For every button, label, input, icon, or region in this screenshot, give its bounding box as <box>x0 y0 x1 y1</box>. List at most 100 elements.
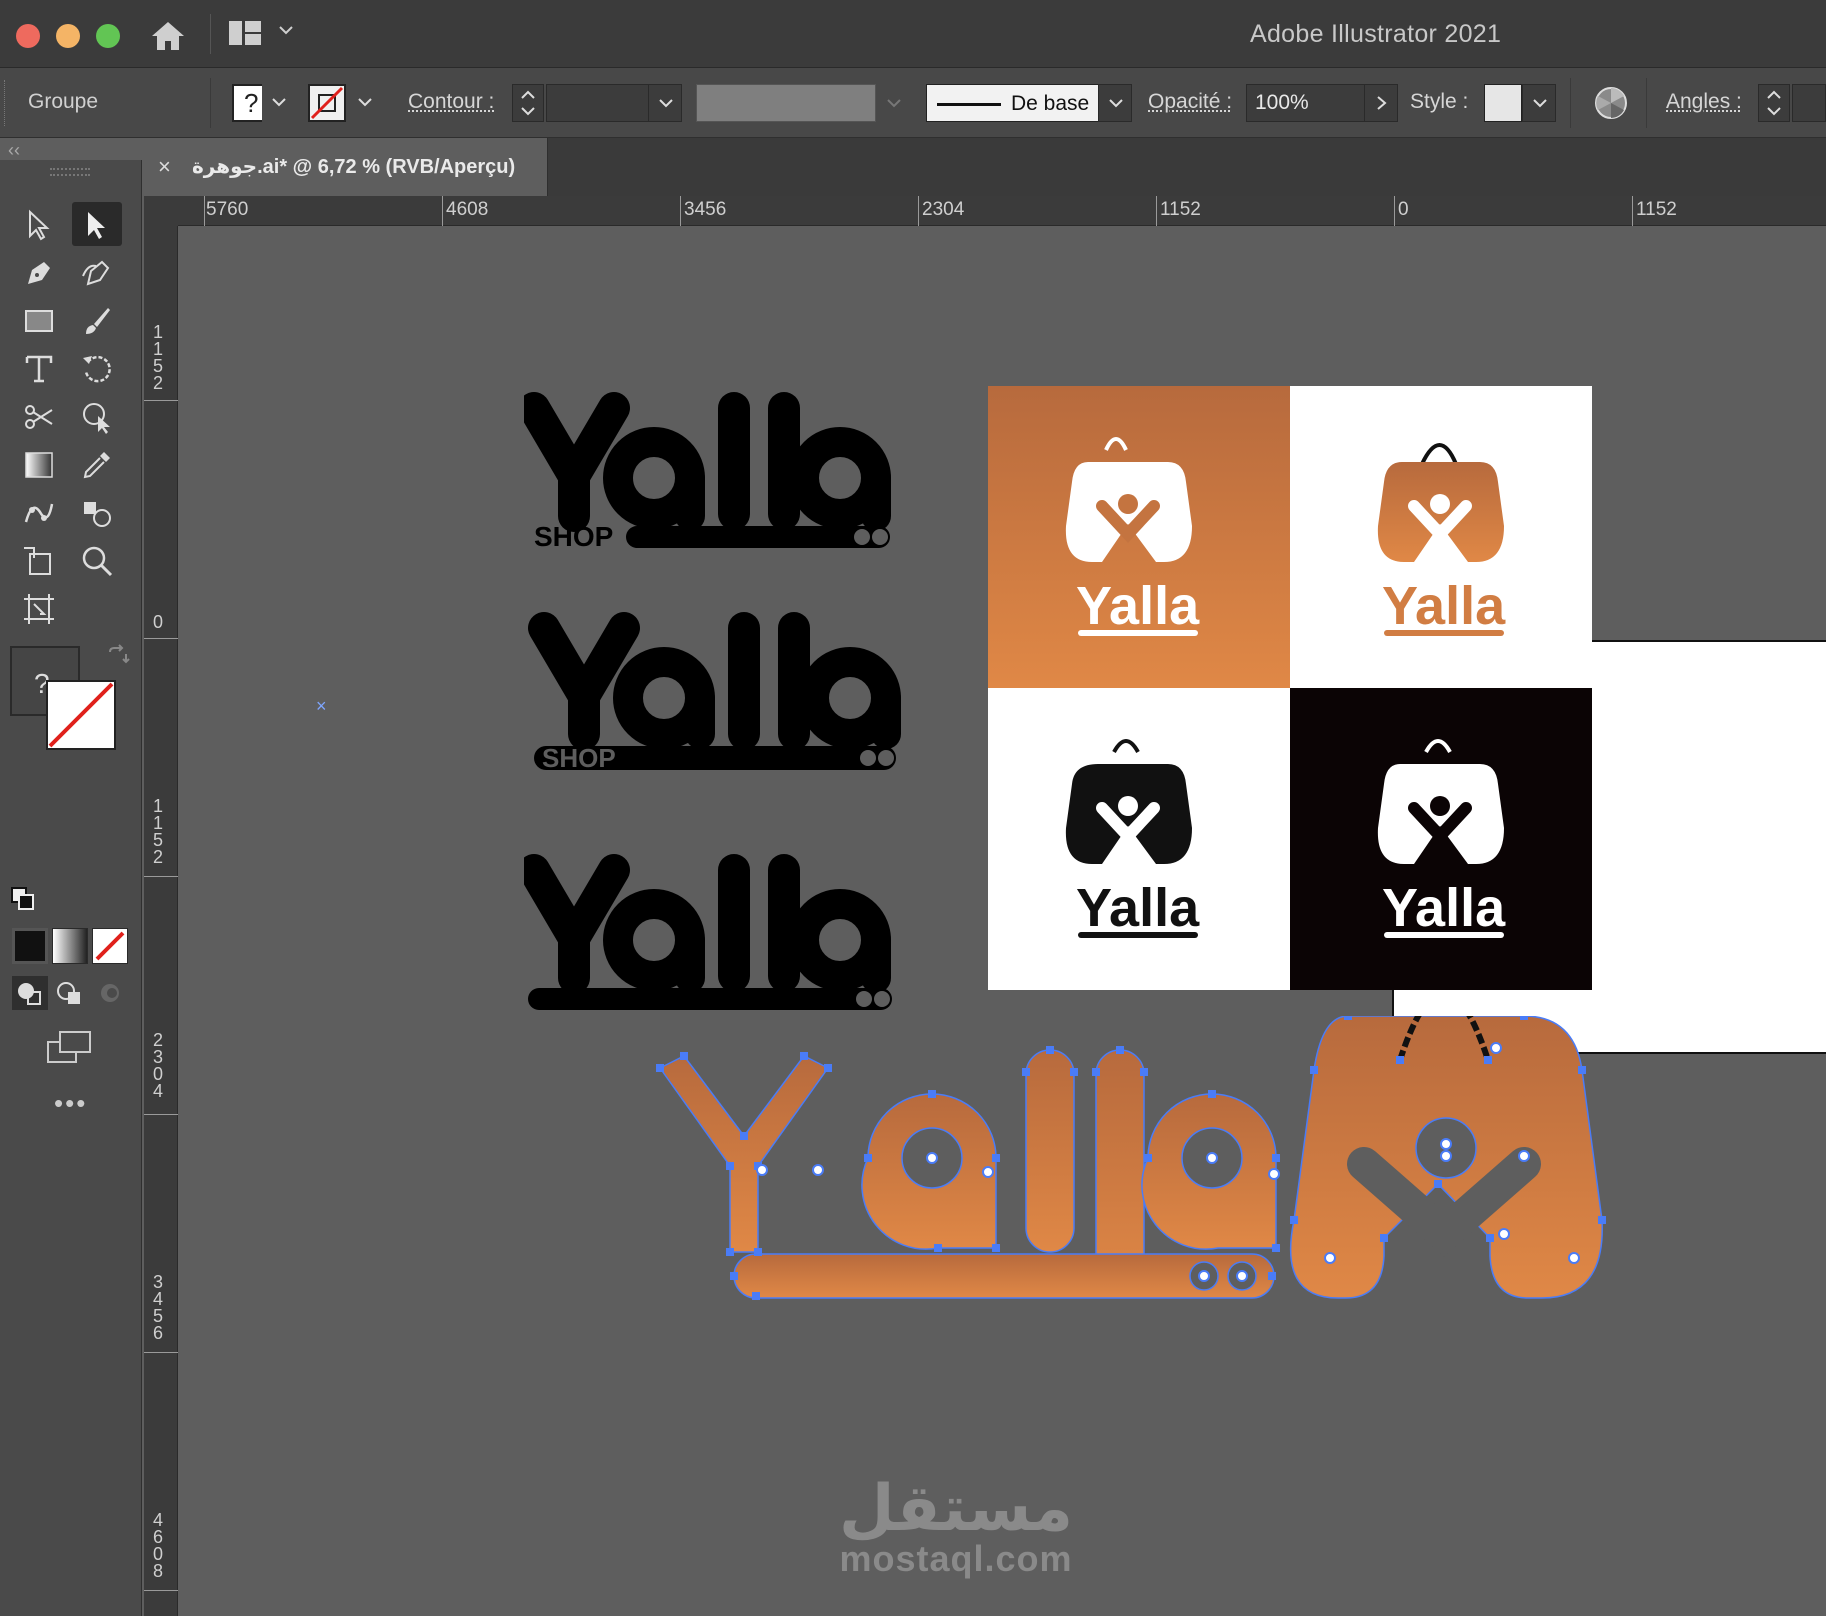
control-separator <box>1646 78 1647 128</box>
ruler-tick <box>144 400 178 401</box>
curvature-pen-icon <box>82 260 110 286</box>
gradient-tool[interactable] <box>14 442 64 486</box>
recolor-artwork-icon[interactable] <box>1594 86 1628 120</box>
brush-definition-label: De base <box>1011 92 1090 115</box>
logo-tile-white-black[interactable]: Yalla <box>988 688 1290 990</box>
yalla-text: Yalla <box>1382 576 1506 636</box>
draw-inside-icon[interactable] <box>92 976 128 1010</box>
artboard-tool[interactable] <box>14 586 64 630</box>
chevron-down-icon[interactable] <box>278 24 294 36</box>
stroke-swatch[interactable] <box>308 84 346 122</box>
stroke-weight-label[interactable]: Contour : <box>408 90 494 114</box>
stepper-arrows-icon <box>1767 90 1781 116</box>
ruler-label: 1152 <box>152 796 163 867</box>
tools-panel: ? ••• <box>0 160 142 1616</box>
free-transform-tool[interactable] <box>14 538 64 582</box>
stroke-weight-stepper[interactable] <box>512 84 544 122</box>
vertical-ruler[interactable]: 1152 0 1152 2304 3456 4608 <box>144 226 178 1616</box>
rectangle-tool[interactable] <box>14 298 64 342</box>
blend-tool[interactable] <box>14 490 64 534</box>
shopping-bag-logo-icon: Yalla <box>1065 739 1200 938</box>
stroke-weight-field[interactable] <box>546 84 650 122</box>
workspace-switcher-icon[interactable] <box>228 20 262 46</box>
default-fill-stroke-icon[interactable] <box>10 886 36 910</box>
type-tool[interactable] <box>14 346 64 390</box>
scissors-tool[interactable] <box>14 394 64 438</box>
shape-builder-tool[interactable] <box>72 394 122 438</box>
ruler-tick <box>918 196 919 226</box>
logo-tile-black[interactable]: Yalla <box>1290 688 1592 990</box>
collapse-panels-icon[interactable]: ‹‹ <box>8 140 20 161</box>
ruler-origin-corner[interactable] <box>144 196 178 226</box>
window-maximize-button[interactable] <box>96 24 120 48</box>
brush-definition-dropdown[interactable] <box>1098 84 1132 122</box>
draw-behind-icon[interactable] <box>52 976 88 1010</box>
yalla-shop-logo-variant-2[interactable]: SHOP <box>524 606 904 776</box>
document-tab[interactable]: × جوهرة.ai* @ 6,72 % (RVB/Aperçu) <box>144 138 548 196</box>
gradient-mode-button[interactable] <box>52 928 88 964</box>
close-tab-icon[interactable]: × <box>158 154 171 180</box>
opacity-slider-toggle[interactable] <box>1364 84 1398 122</box>
none-mode-button[interactable] <box>92 928 128 964</box>
color-mode-button[interactable] <box>12 928 48 964</box>
opacity-field[interactable]: 100% <box>1246 84 1366 122</box>
paintbrush-tool[interactable] <box>72 298 122 342</box>
home-icon[interactable] <box>150 20 186 52</box>
stroke-color-box[interactable] <box>46 680 116 750</box>
selected-yalla-bag-artwork[interactable] <box>638 1016 1826 1306</box>
curvature-tool[interactable] <box>72 250 122 294</box>
ruler-label: 0 <box>152 612 163 632</box>
corners-stepper[interactable] <box>1758 84 1790 122</box>
control-bar-grip[interactable] <box>4 80 8 126</box>
edit-toolbar-button[interactable]: ••• <box>54 1088 87 1119</box>
logo-tile-white-orange[interactable]: Yalla <box>1290 386 1592 688</box>
stepper-arrows-icon <box>521 90 535 116</box>
none-icon <box>95 931 125 961</box>
window-close-button[interactable] <box>16 24 40 48</box>
shop-text: SHOP <box>534 521 613 552</box>
graphic-style-swatch[interactable] <box>1484 84 1522 122</box>
window-minimize-button[interactable] <box>56 24 80 48</box>
rotate-tool[interactable] <box>72 346 122 390</box>
shapes-icon <box>84 502 111 527</box>
chevron-down-icon <box>1533 99 1547 108</box>
symbol-sprayer-tool[interactable] <box>72 490 122 534</box>
swap-fill-stroke-icon[interactable] <box>106 644 130 668</box>
type-icon <box>25 355 53 383</box>
pen-tool[interactable] <box>14 250 64 294</box>
zoom-tool[interactable] <box>72 538 122 582</box>
corners-field[interactable] <box>1792 84 1826 122</box>
chevron-down-icon[interactable] <box>886 98 902 108</box>
yalla-logo-variant-3[interactable] <box>524 848 894 1018</box>
variable-width-profile[interactable] <box>696 84 876 122</box>
shopping-bag-logo-icon: Yalla <box>1065 437 1200 636</box>
control-separator <box>1570 78 1571 128</box>
scissors-icon <box>25 405 53 429</box>
eyedropper-tool[interactable] <box>72 442 122 486</box>
title-bar: Adobe Illustrator 2021 <box>0 0 1826 68</box>
brush-definition-field[interactable]: De base <box>926 84 1100 122</box>
horizontal-ruler[interactable]: 5760 4608 3456 2304 1152 0 1152 <box>144 196 1826 226</box>
fill-dropdown[interactable] <box>262 84 296 122</box>
ruler-tick <box>1394 196 1395 226</box>
ruler-label: 0 <box>1398 199 1409 220</box>
stroke-weight-dropdown[interactable] <box>648 84 682 122</box>
graphic-style-dropdown[interactable] <box>1522 84 1556 122</box>
stroke-dropdown[interactable] <box>348 84 382 122</box>
watermark-arabic: مستقل <box>838 1472 1074 1544</box>
direct-selection-tool[interactable] <box>72 202 122 246</box>
pen-icon <box>28 262 50 284</box>
corners-label[interactable]: Angles : <box>1666 90 1742 114</box>
logo-tile-orange[interactable]: Yalla <box>988 386 1290 688</box>
chevron-right-icon <box>1377 96 1387 110</box>
rectangle-icon <box>25 310 53 332</box>
control-bar: Groupe ? Contour : De base Opacité : 100… <box>0 68 1826 138</box>
selection-tool[interactable] <box>14 202 64 246</box>
draw-normal-icon[interactable] <box>12 976 48 1010</box>
watermark-latin: mostaql.com <box>839 1538 1073 1579</box>
opacity-label[interactable]: Opacité : <box>1148 90 1232 114</box>
tools-panel-grip[interactable] <box>50 168 90 176</box>
screen-mode-icon[interactable] <box>46 1030 92 1066</box>
yalla-shop-logo-variant-1[interactable]: SHOP <box>524 386 894 556</box>
artboard-canvas[interactable]: × SHOP SHOP Yalla Yalla Yalla Yalla مستق… <box>178 226 1826 1616</box>
